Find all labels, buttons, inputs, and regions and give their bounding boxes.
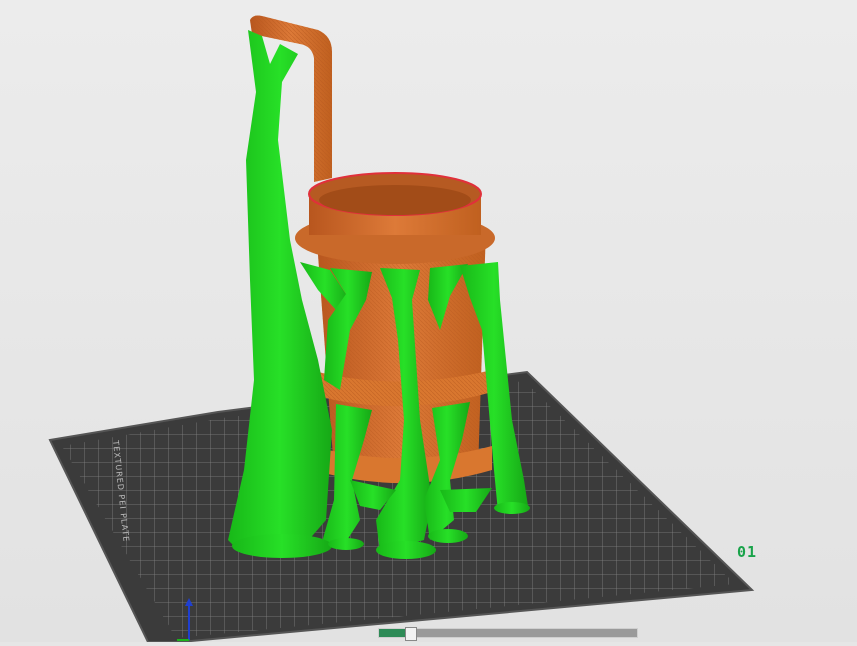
- axis-gizmo-icon: [175, 598, 205, 642]
- plate-number-label[interactable]: 01: [737, 543, 757, 561]
- scene-canvas[interactable]: [0, 0, 857, 642]
- layer-slider[interactable]: [378, 627, 638, 641]
- 3d-viewport[interactable]: TEXTURED PEI PLATE 01: [0, 0, 857, 642]
- layer-slider-handle[interactable]: [404, 627, 417, 641]
